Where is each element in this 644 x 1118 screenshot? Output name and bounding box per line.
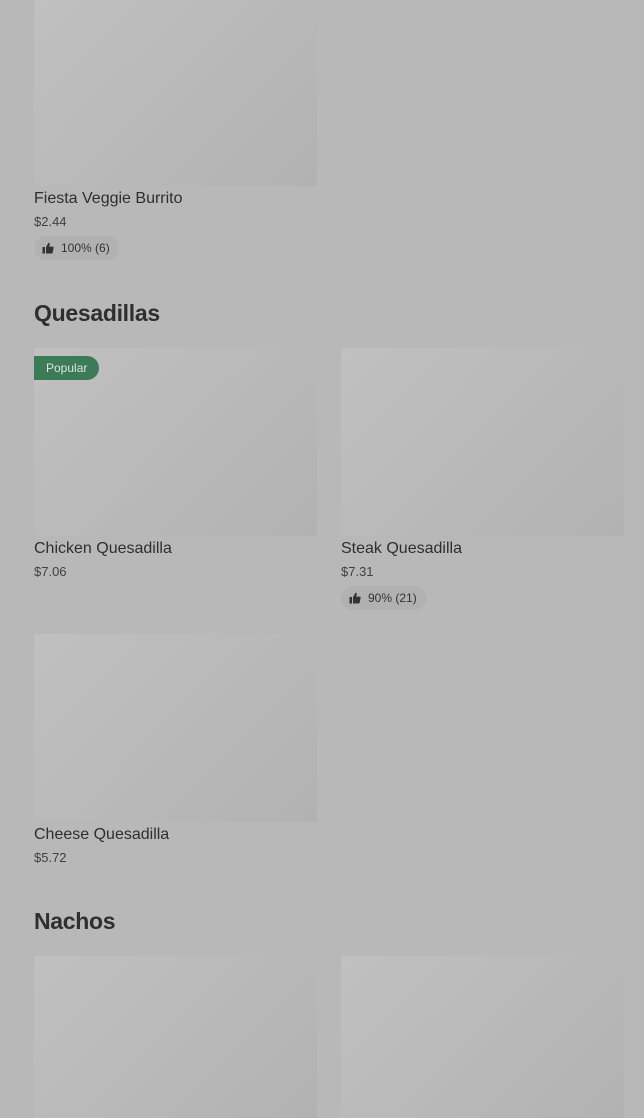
rating-text: 90% (21) xyxy=(368,591,417,605)
thumbs-up-icon xyxy=(349,592,361,604)
popular-badge: Popular xyxy=(34,356,100,380)
item-price: $5.72 xyxy=(34,850,67,865)
rating-text: 100% (6) xyxy=(61,241,110,255)
section-title-nachos: Nachos xyxy=(34,908,116,934)
item-image[interactable] xyxy=(34,0,317,186)
item-image[interactable] xyxy=(341,348,624,536)
item-name: Steak Quesadilla xyxy=(341,540,462,557)
item-price: $7.31 xyxy=(341,564,374,579)
rating-pill: 90% (21) xyxy=(341,586,426,610)
thumbs-up-icon xyxy=(42,242,54,254)
item-name: Cheese Quesadilla xyxy=(34,826,170,843)
item-image[interactable] xyxy=(341,956,624,1118)
item-name: Chicken Quesadilla xyxy=(34,540,172,557)
section-title-quesadillas: Quesadillas xyxy=(34,300,160,326)
item-price: $7.06 xyxy=(34,564,67,579)
item-name: Fiesta Veggie Burrito xyxy=(34,190,183,207)
item-image[interactable] xyxy=(34,956,317,1118)
item-image[interactable] xyxy=(34,634,317,822)
rating-pill: 100% (6) xyxy=(34,236,119,260)
item-price: $2.44 xyxy=(34,214,67,229)
menu-page: { "sections": { "burritos_tail": { "item… xyxy=(0,0,644,1118)
